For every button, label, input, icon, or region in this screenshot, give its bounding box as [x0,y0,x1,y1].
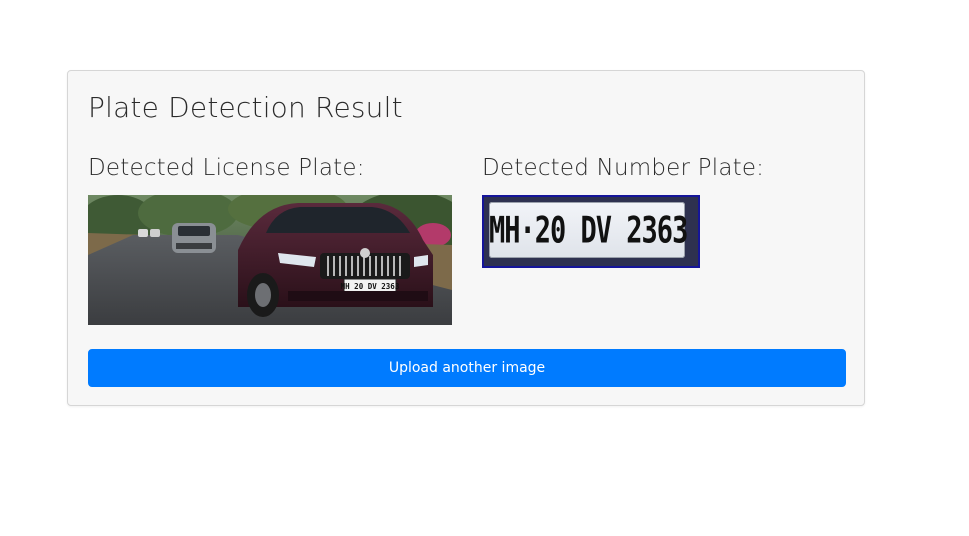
page-title: Plate Detection Result [88,91,403,124]
upload-another-image-button[interactable]: Upload another image [88,349,846,387]
number-plate-heading: Detected Number Plate: [482,155,765,181]
plate-surface: MH·20 DV 2363 [489,202,688,258]
car-plate-text: MH 20 DV 2363 [341,282,400,291]
license-plate-heading: Detected License Plate: [88,155,365,181]
number-plate-crop: MH·20 DV 2363 [482,195,700,268]
result-card: Plate Detection Result Detected License … [67,70,865,406]
plate-number-text: MH·20 DV 2363 [489,210,688,252]
car-photo: MH 20 DV 2363 [88,195,452,325]
